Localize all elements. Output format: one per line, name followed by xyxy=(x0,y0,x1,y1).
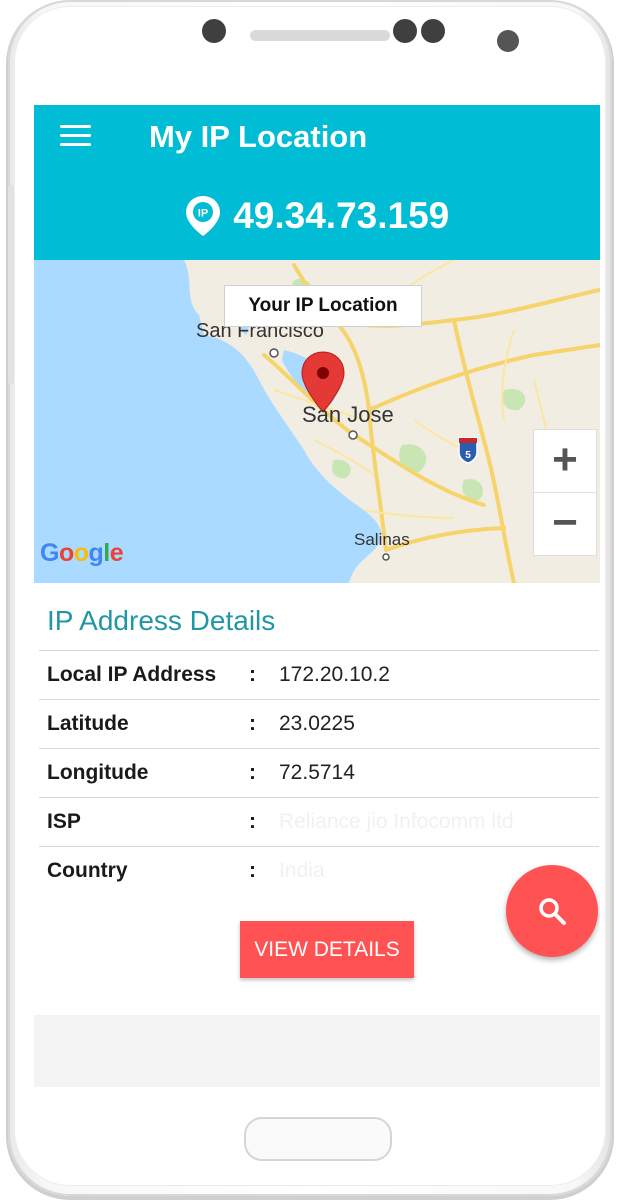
zoom-in-button[interactable]: + xyxy=(534,430,596,492)
app-screen: My IP Location IP 49.34.73.159 5 San Fra… xyxy=(34,105,600,1087)
row-separator: : xyxy=(249,712,256,735)
phone-side-button xyxy=(8,185,14,385)
row-label: ISP xyxy=(47,810,81,833)
ip-address-value: 49.34.73.159 xyxy=(233,195,450,236)
row-value: 172.20.10.2 xyxy=(279,663,390,686)
bottom-ad-area xyxy=(34,1015,600,1087)
front-sensor xyxy=(393,19,417,43)
ip-address-display: IP 49.34.73.159 xyxy=(34,195,600,245)
row-separator: : xyxy=(249,761,256,784)
map-city-label: San Jose xyxy=(302,402,394,427)
details-table: Local IP Address : 172.20.10.2 Latitude … xyxy=(39,650,599,895)
view-details-button[interactable]: VIEW DETAILS xyxy=(240,921,414,978)
app-bar: My IP Location IP 49.34.73.159 xyxy=(34,105,600,260)
phone-speaker xyxy=(250,30,390,41)
row-value: 23.0225 xyxy=(279,712,355,735)
table-row: Latitude : 23.0225 xyxy=(39,699,599,748)
zoom-out-button[interactable]: − xyxy=(534,493,596,555)
highway-shield-icon: 5 xyxy=(458,437,478,464)
app-title: My IP Location xyxy=(149,119,368,154)
row-value: Reliance jio Infocomm ltd xyxy=(279,810,514,833)
hamburger-menu-icon[interactable] xyxy=(60,125,94,151)
ip-location-pin-icon: IP xyxy=(185,196,220,236)
front-camera xyxy=(497,30,519,52)
row-separator: : xyxy=(249,810,256,833)
map-zoom-controls: + − xyxy=(534,430,596,555)
details-heading: IP Address Details xyxy=(47,605,276,636)
svg-text:IP: IP xyxy=(198,208,208,220)
google-logo: Google xyxy=(40,539,124,567)
front-camera xyxy=(421,19,445,43)
row-separator: : xyxy=(249,859,256,882)
map-city-label: Salinas xyxy=(354,530,410,549)
search-icon xyxy=(539,898,566,925)
front-sensor xyxy=(202,19,226,43)
table-row: Local IP Address : 172.20.10.2 xyxy=(39,650,599,699)
search-fab-button[interactable] xyxy=(506,865,598,957)
home-button[interactable] xyxy=(244,1117,392,1161)
row-label: Longitude xyxy=(47,761,149,784)
row-label: Latitude xyxy=(47,712,129,735)
row-value: 72.5714 xyxy=(279,761,355,784)
row-value: India xyxy=(279,859,325,882)
table-row: ISP : Reliance jio Infocomm ltd xyxy=(39,797,599,846)
row-label: Local IP Address xyxy=(47,663,217,686)
table-row: Longitude : 72.5714 xyxy=(39,748,599,797)
map-info-window[interactable]: Your IP Location xyxy=(224,285,422,327)
row-label: Country xyxy=(47,859,128,882)
svg-text:5: 5 xyxy=(465,450,471,461)
row-separator: : xyxy=(249,663,256,686)
map-view[interactable]: 5 San Francisco San Jose Salinas Your IP… xyxy=(34,260,600,583)
